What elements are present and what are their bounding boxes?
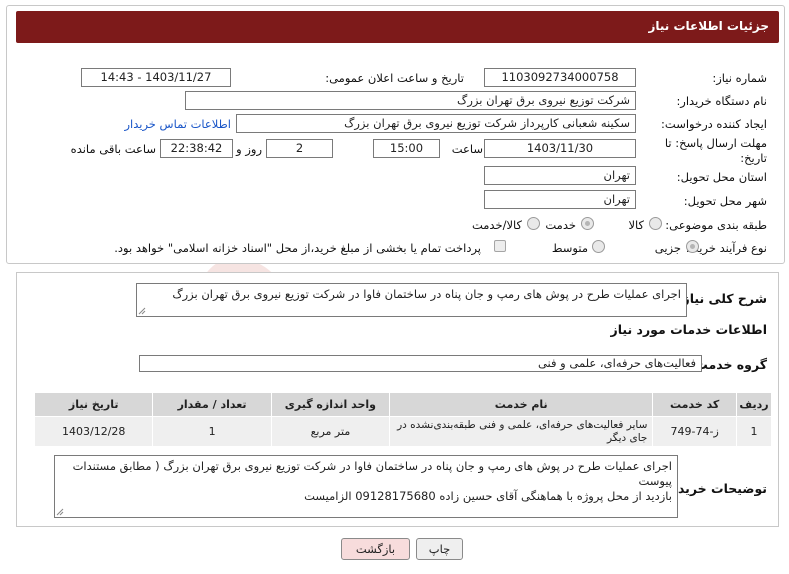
radio-medium-label: متوسط (551, 241, 588, 255)
cell-unit: متر مربع (270, 416, 391, 447)
col-name-header: نام خدمت (389, 392, 654, 417)
category-label: طبقه بندی موضوعی: (665, 218, 767, 232)
requester-label: ایجاد کننده درخواست: (661, 117, 767, 131)
remaining-time-field: 22:38:42 (160, 139, 233, 158)
radio-goods[interactable] (649, 217, 662, 230)
table-row: 1 ز-74-749 سایر فعالیت‌های حرفه‌ای، علمی… (33, 416, 773, 447)
resize-grip-icon[interactable] (56, 508, 64, 516)
remaining-label: ساعت باقی مانده (70, 142, 156, 156)
province-field: تهران (484, 166, 636, 185)
deadline-date-field: 1403/11/30 (484, 139, 636, 158)
radio-goods-service[interactable] (527, 217, 540, 230)
resize-grip-icon[interactable] (138, 307, 146, 315)
contact-info-link[interactable]: اطلاعات تماس خریدار (124, 117, 231, 131)
need-number-label: شماره نیاز: (712, 71, 767, 85)
buyer-notes-line1: اجرای عملیات طرح در پوش های رمپ و جان پن… (72, 459, 672, 488)
summary-text: اجرای عملیات طرح در پوش های رمپ و جان پن… (172, 287, 681, 301)
radio-goods-label: کالا (628, 218, 644, 232)
days-field: 2 (266, 139, 333, 158)
cell-qty: 1 (152, 416, 272, 447)
deadline-label: مهلت ارسال پاسخ: تا (664, 136, 767, 150)
buyer-notes-textarea: اجرای عملیات طرح در پوش های رمپ و جان پن… (54, 455, 678, 518)
services-table: ردیف کد خدمت نام خدمت واحد اندازه گیری ت… (33, 392, 773, 447)
cell-date: 1403/12/28 (33, 416, 154, 447)
requester-field: سکینه شعبانی کارپرداز شرکت توزیع نیروی ب… (236, 114, 636, 133)
summary-label: شرح کلی نیاز: (677, 291, 767, 306)
city-field: تهران (484, 190, 636, 209)
services-section-title: اطلاعات خدمات مورد نیاز (610, 322, 768, 337)
treasury-note: پرداخت تمام یا بخشی از مبلغ خرید،از محل … (114, 241, 481, 255)
col-date-header: تاریخ نیاز (33, 392, 154, 417)
days-label: روز و (236, 142, 262, 156)
radio-service-label: خدمت (545, 218, 576, 232)
deadline-time-field: 15:00 (373, 139, 440, 158)
radio-minor[interactable] (686, 240, 699, 253)
radio-goods-service-label: کالا/خدمت (471, 218, 522, 232)
city-label: شهر محل تحویل: (683, 194, 767, 208)
buyer-org-label: نام دستگاه خریدار: (676, 94, 767, 108)
print-button[interactable]: چاپ (416, 538, 463, 560)
table-header-row: ردیف کد خدمت نام خدمت واحد اندازه گیری ت… (33, 392, 773, 417)
page-title: جزئیات اطلاعات نیاز (648, 19, 769, 33)
cell-name: سایر فعالیت‌های حرفه‌ای، علمی و فنی طبقه… (389, 416, 654, 447)
cell-code: ز-74-749 (652, 416, 737, 447)
treasury-checkbox[interactable] (494, 240, 506, 252)
col-code-header: کد خدمت (652, 392, 737, 417)
col-unit-header: واحد اندازه گیری (270, 392, 391, 417)
back-button[interactable]: بازگشت (341, 538, 410, 560)
radio-service[interactable] (581, 217, 594, 230)
col-qty-header: تعداد / مقدار (152, 392, 272, 417)
buyer-org-field: شرکت توزیع نیروی برق تهران بزرگ (185, 91, 636, 110)
buyer-notes-line2: بازدید از محل پروژه با هماهنگی آقای حسین… (304, 489, 672, 503)
need-number-field: 1103092734000758 (484, 68, 636, 87)
radio-minor-label: جزیی (654, 241, 681, 255)
province-label: استان محل تحویل: (676, 170, 767, 184)
announce-datetime-field: 1403/11/27 - 14:43 (81, 68, 231, 87)
time-label: ساعت (451, 142, 483, 156)
col-row-header: ردیف (735, 392, 773, 417)
service-group-field: فعالیت‌های حرفه‌ای، علمی و فنی (139, 355, 702, 372)
cell-row: 1 (735, 416, 773, 447)
radio-medium[interactable] (592, 240, 605, 253)
deadline-date-label: تاریخ: (740, 151, 767, 165)
summary-textarea: اجرای عملیات طرح در پوش های رمپ و جان پن… (136, 283, 687, 317)
announce-label: تاریخ و ساعت اعلان عمومی: (325, 71, 464, 85)
